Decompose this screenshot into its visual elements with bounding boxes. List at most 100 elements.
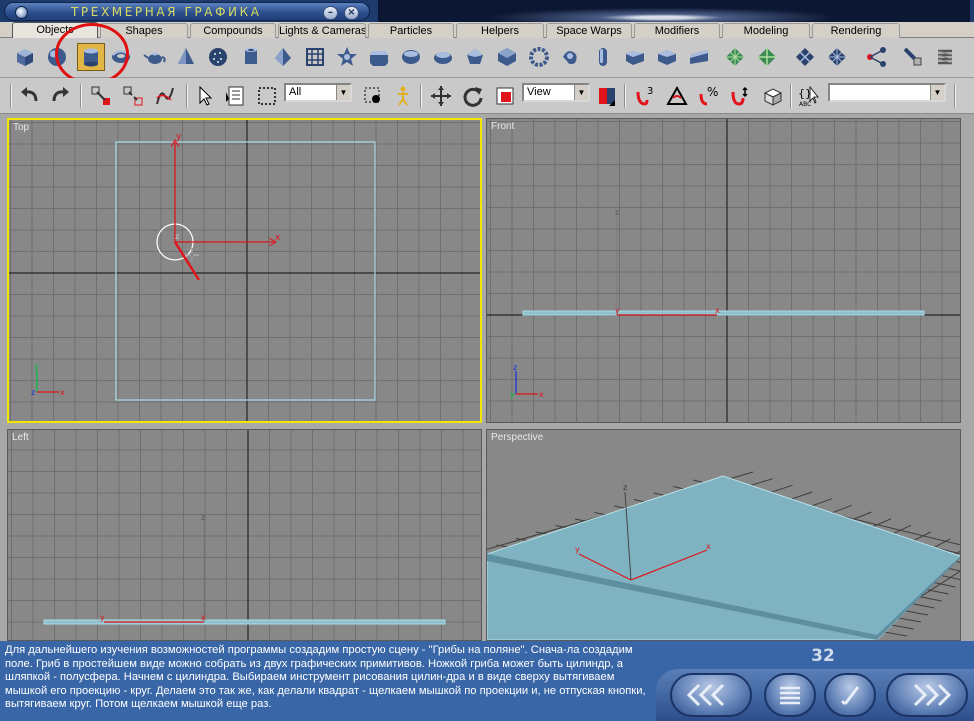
corner-x-label: x [60,388,65,397]
viewport-label-front[interactable]: Front [491,121,514,132]
unlink-icon[interactable] [120,83,146,109]
selection-filter-value: All [289,86,302,98]
tab-modifiers[interactable]: Modifiers [634,23,720,38]
select-by-name-icon[interactable] [222,83,248,109]
nurbs-surface-icon[interactable] [792,44,818,70]
plane-outline [115,141,376,401]
pivot-center-icon[interactable] [594,83,620,109]
named-selection-dropdown[interactable]: ▼ [828,83,946,102]
viewport-left[interactable]: z y x Left [7,429,482,641]
snap-3d-icon[interactable]: 3 [632,83,658,109]
named-set-icon[interactable] [760,83,786,109]
double-chevron-right-icon [913,683,952,707]
ring-wave-icon[interactable] [494,44,520,70]
prism-flat-icon[interactable] [686,44,712,70]
minimize-button[interactable]: – [323,6,338,20]
forward-button[interactable] [886,673,968,717]
contents-button[interactable] [764,673,816,717]
check-button[interactable] [824,673,876,717]
selection-filter-dropdown[interactable]: All ▼ [284,83,352,102]
loft-icon[interactable] [900,44,926,70]
cylinder-icon[interactable] [77,43,105,71]
viewport-top[interactable]: y x z y x z Top [7,118,482,423]
c-ext-icon[interactable] [622,44,648,70]
redo-icon[interactable] [48,83,74,109]
geosphere-icon[interactable] [205,44,231,70]
figure-icon[interactable] [390,83,416,109]
lesson-description: Для дальнейшего изучения возможностей пр… [5,644,646,711]
pyramid-icon[interactable] [270,44,296,70]
grid-plane-icon[interactable] [302,44,328,70]
teapot-icon[interactable] [142,44,168,70]
gizmo-y-label: y [615,306,620,315]
hedra-icon[interactable] [334,44,360,70]
rect-selection-icon[interactable] [254,83,280,109]
cone-icon[interactable] [173,44,199,70]
prism-icon[interactable] [654,44,680,70]
lesson-panel: Для дальнейшего изучения возможностей пр… [0,641,974,721]
l-ext-icon[interactable] [590,44,616,70]
tri-patch-icon[interactable] [754,44,780,70]
tab-shapes[interactable]: Shapes [100,23,188,38]
scatter-icon[interactable] [864,44,890,70]
app-logo-icon [15,6,28,19]
torus-knot-icon[interactable] [526,44,552,70]
spring-icon[interactable] [932,44,958,70]
viewport-label-left[interactable]: Left [12,432,29,443]
angle-snap-icon[interactable] [664,83,690,109]
gizmo-z-label: z [615,208,619,217]
tab-rendering[interactable]: Rendering [812,23,900,38]
tab-modeling[interactable]: Modeling [722,23,810,38]
corner-y-label: y [34,362,39,371]
viewport-perspective[interactable]: z y x Perspective [486,429,961,641]
tab-objects[interactable]: Objects [12,22,98,38]
select-and-move-dashed-icon[interactable] [360,83,386,109]
torus-icon[interactable] [108,44,134,70]
chamfer-box-icon[interactable] [366,44,392,70]
tab-particles[interactable]: Particles [368,23,454,38]
tab-helpers[interactable]: Helpers [456,23,544,38]
select-arrow-icon[interactable] [192,83,218,109]
gizmo-x-label: x [275,233,281,243]
undo-icon[interactable] [16,83,42,109]
window-title: ТРЕХМЕРНАЯ ГРАФИКА [71,5,262,19]
close-button[interactable]: × [344,6,359,20]
reference-coord-dropdown[interactable]: View ▼ [522,83,590,102]
box-icon[interactable] [12,44,38,70]
viewport-label-perspective[interactable]: Perspective [491,432,543,443]
command-tabs: Objects Shapes Compounds Lights & Camera… [0,22,974,38]
left-viewport-grid: z y x [8,430,481,640]
perspective-scene: z y x [487,430,960,640]
toolbar-separator [790,84,792,108]
scale-icon[interactable] [492,83,518,109]
toolbar-separator [954,84,956,108]
toolbar-separator [420,84,422,108]
title-bar: ТРЕХМЕРНАЯ ГРАФИКА – × [0,0,974,22]
tab-lights-cameras[interactable]: Lights & Cameras [278,23,366,38]
oil-tank-icon[interactable] [398,44,424,70]
spindle-icon[interactable] [430,44,456,70]
gizmo-z-label: z [623,483,627,492]
patch-grid-icon[interactable] [722,44,748,70]
percent-snap-icon[interactable]: % [696,83,722,109]
move-icon[interactable] [428,83,454,109]
viewport-front[interactable]: z y x z x y Front [486,118,961,423]
chevron-down-icon: ▼ [574,85,588,100]
sphere-icon[interactable] [44,44,70,70]
spinner-snap-icon[interactable] [728,83,754,109]
viewport-label-top[interactable]: Top [13,122,29,133]
title-pill: ТРЕХМЕРНАЯ ГРАФИКА – × [4,2,370,21]
named-selection-icon[interactable]: {} ABC [796,83,822,109]
link-icon[interactable] [88,83,114,109]
bind-space-warp-icon[interactable] [152,83,178,109]
tube-icon[interactable] [238,44,264,70]
back-button[interactable] [670,673,752,717]
tab-space-warps[interactable]: Space Warps [546,23,632,38]
rotate-icon[interactable] [460,83,486,109]
capsule-icon[interactable] [558,44,584,70]
gengon-icon[interactable] [462,44,488,70]
cv-surface-icon[interactable] [824,44,850,70]
toolbar-separator [624,84,626,108]
gizmo-x-label: x [706,542,711,551]
tab-compounds[interactable]: Compounds [190,23,276,38]
